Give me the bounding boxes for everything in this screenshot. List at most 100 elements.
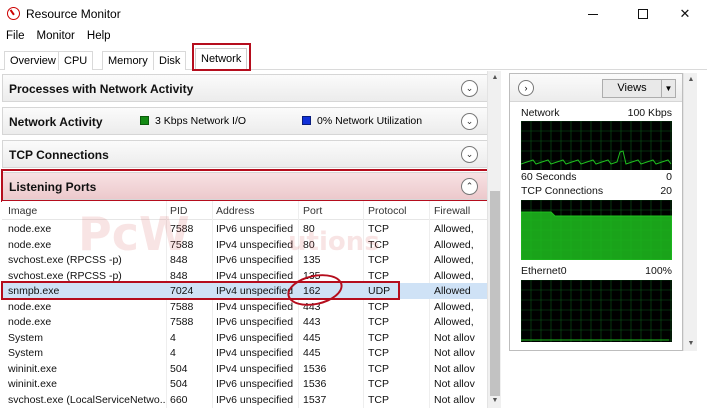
- table-row[interactable]: wininit.exe 504 IPv4 unspecified 1536 TCP Not…: [2, 361, 487, 377]
- table-cell-protocol: TCP: [368, 331, 389, 344]
- scroll-up-icon[interactable]: ▲: [684, 73, 698, 87]
- blue-square-icon: [302, 116, 312, 125]
- tab-bar: Overview CPU Memory Disk Network: [0, 48, 707, 71]
- table-cell-address: IPv4 unspecified: [216, 269, 294, 282]
- table-row[interactable]: System 4 IPv6 unspecified 445 TCP Not allov: [2, 330, 487, 346]
- left-scrollbar[interactable]: ▲ ▼: [487, 71, 501, 408]
- table-cell-address: IPv4 unspecified: [216, 238, 294, 251]
- table-cell-firewall: Not allov: [434, 362, 475, 375]
- column-header-image[interactable]: Image: [8, 205, 37, 217]
- table-cell-firewall: Allowed,: [434, 269, 474, 282]
- table-cell-address: IPv6 unspecified: [216, 331, 294, 344]
- maximize-icon: [638, 9, 648, 19]
- table-header: Image PID Address Port Protocol Firewall: [2, 201, 487, 220]
- table-cell-firewall: Allowed,: [434, 300, 474, 313]
- network-activity-panel-title: Network Activity: [9, 115, 103, 129]
- table-cell-image: node.exe: [8, 300, 52, 313]
- network-tab-highlight: [192, 43, 251, 71]
- table-cell-image: node.exe: [8, 316, 52, 328]
- table-row[interactable]: System 4 IPv4 unspecified 445 TCP Not allov: [2, 345, 487, 361]
- menu-monitor[interactable]: Monitor: [31, 28, 81, 46]
- table-row[interactable]: svchost.exe (LocalServiceNetwo... 660 IPv6…: [2, 392, 487, 408]
- tcp-connections-panel-header[interactable]: TCP Connections ⌄: [2, 140, 489, 168]
- network-activity-badges: 3 Kbps Network I/O 0% Network Utilizatio…: [140, 115, 422, 127]
- table-cell-address: IPv6 unspecified: [216, 223, 294, 235]
- tab-overview[interactable]: Overview: [4, 51, 62, 70]
- table-row[interactable]: svchost.exe (RPCSS -p) 848 IPv6 unspecifie…: [2, 252, 487, 268]
- table-cell-port: 1536: [303, 378, 327, 390]
- processes-panel-title: Processes with Network Activity: [9, 82, 194, 96]
- tcp-graph-label: TCP Connections: [521, 185, 604, 197]
- table-cell-port: 443: [303, 316, 321, 328]
- menu-file[interactable]: File: [0, 28, 31, 46]
- right-scrollbar[interactable]: ▲ ▼: [683, 73, 697, 351]
- table-cell-port: 445: [303, 331, 321, 344]
- table-cell-address: IPv4 unspecified: [216, 347, 294, 359]
- table-cell-protocol: TCP: [368, 238, 389, 251]
- table-cell-address: IPv4 unspecified: [216, 300, 294, 313]
- table-cell-pid: 7588: [170, 316, 194, 328]
- column-header-address[interactable]: Address: [216, 205, 255, 217]
- chevron-down-icon[interactable]: ⌄: [461, 113, 478, 130]
- listening-ports-table: Image PID Address Port Protocol Firewall…: [2, 201, 487, 408]
- table-cell-protocol: TCP: [368, 223, 389, 235]
- network-activity-panel-header[interactable]: Network Activity 3 Kbps Network I/O 0% N…: [2, 107, 489, 135]
- scroll-down-icon[interactable]: ▼: [488, 394, 502, 408]
- table-cell-address: IPv6 unspecified: [216, 316, 294, 328]
- network-graph-canvas: [521, 121, 672, 170]
- table-cell-image: svchost.exe (RPCSS -p): [8, 269, 122, 282]
- column-header-firewall[interactable]: Firewall: [434, 205, 470, 217]
- table-cell-protocol: TCP: [368, 347, 389, 359]
- column-header-pid[interactable]: PID: [170, 205, 188, 217]
- network-graph: [521, 121, 672, 170]
- tcp-graph-canvas: [521, 200, 672, 260]
- views-dropdown-arrow-icon[interactable]: ▼: [662, 79, 676, 98]
- column-header-port[interactable]: Port: [303, 205, 322, 217]
- table-row[interactable]: node.exe 7588 IPv6 unspecified 80 TCP Allowed…: [2, 221, 487, 237]
- table-cell-protocol: TCP: [368, 300, 389, 313]
- views-button[interactable]: Views: [602, 79, 662, 98]
- menu-bar: File Monitor Help: [0, 28, 117, 46]
- close-button[interactable]: ✕: [662, 0, 707, 28]
- table-row[interactable]: node.exe 7588 IPv4 unspecified 80 TCP Allowed…: [2, 237, 487, 253]
- ethernet-graph: [521, 280, 672, 342]
- table-row[interactable]: node.exe 7588 IPv6 unspecified 443 TCP Allowe…: [2, 314, 487, 330]
- table-cell-pid: 848: [170, 254, 188, 266]
- table-cell-image: System: [8, 347, 44, 359]
- ethernet-graph-label: Ethernet0: [521, 265, 567, 277]
- tab-cpu[interactable]: CPU: [58, 51, 94, 70]
- table-cell-pid: 4: [170, 331, 176, 344]
- scroll-down-icon[interactable]: ▼: [684, 337, 698, 351]
- table-cell-address: IPv6 unspecified: [216, 378, 294, 390]
- tab-disk[interactable]: Disk: [153, 51, 187, 70]
- maximize-button[interactable]: [620, 0, 666, 28]
- chevron-down-icon[interactable]: ⌄: [461, 80, 478, 97]
- green-square-icon: [140, 116, 149, 125]
- menu-help[interactable]: Help: [81, 28, 117, 46]
- chevron-right-icon[interactable]: ›: [518, 80, 534, 96]
- table-cell-firewall: Allowed,: [434, 223, 474, 235]
- scroll-up-icon[interactable]: ▲: [488, 71, 502, 85]
- tab-memory[interactable]: Memory: [102, 51, 154, 70]
- table-cell-firewall: Not allov: [434, 393, 475, 406]
- table-cell-pid: 504: [170, 378, 188, 390]
- table-row[interactable]: node.exe 7588 IPv4 unspecified 443 TCP Allowe…: [2, 299, 487, 315]
- table-cell-protocol: TCP: [368, 362, 389, 375]
- table-cell-firewall: Not allov: [434, 331, 475, 344]
- scrollbar-thumb[interactable]: [490, 191, 500, 396]
- processes-panel-header[interactable]: Processes with Network Activity ⌄: [2, 74, 489, 102]
- table-cell-address: IPv6 unspecified: [216, 393, 294, 406]
- table-cell-firewall: Not allov: [434, 347, 475, 359]
- table-cell-address: IPv4 unspecified: [216, 362, 294, 375]
- column-header-protocol[interactable]: Protocol: [368, 205, 407, 217]
- table-cell-protocol: TCP: [368, 378, 389, 390]
- minimize-button[interactable]: [570, 0, 616, 28]
- table-cell-image: System: [8, 331, 44, 344]
- minimize-icon: [588, 13, 598, 15]
- table-row[interactable]: wininit.exe 504 IPv6 unspecified 1536 TCP Not…: [2, 376, 487, 392]
- table-cell-image: node.exe: [8, 223, 52, 235]
- table-cell-port: 445: [303, 347, 321, 359]
- table-cell-pid: 7588: [170, 238, 194, 251]
- chevron-down-icon[interactable]: ⌄: [461, 146, 478, 163]
- network-utilization-badge: 0% Network Utilization: [302, 115, 422, 127]
